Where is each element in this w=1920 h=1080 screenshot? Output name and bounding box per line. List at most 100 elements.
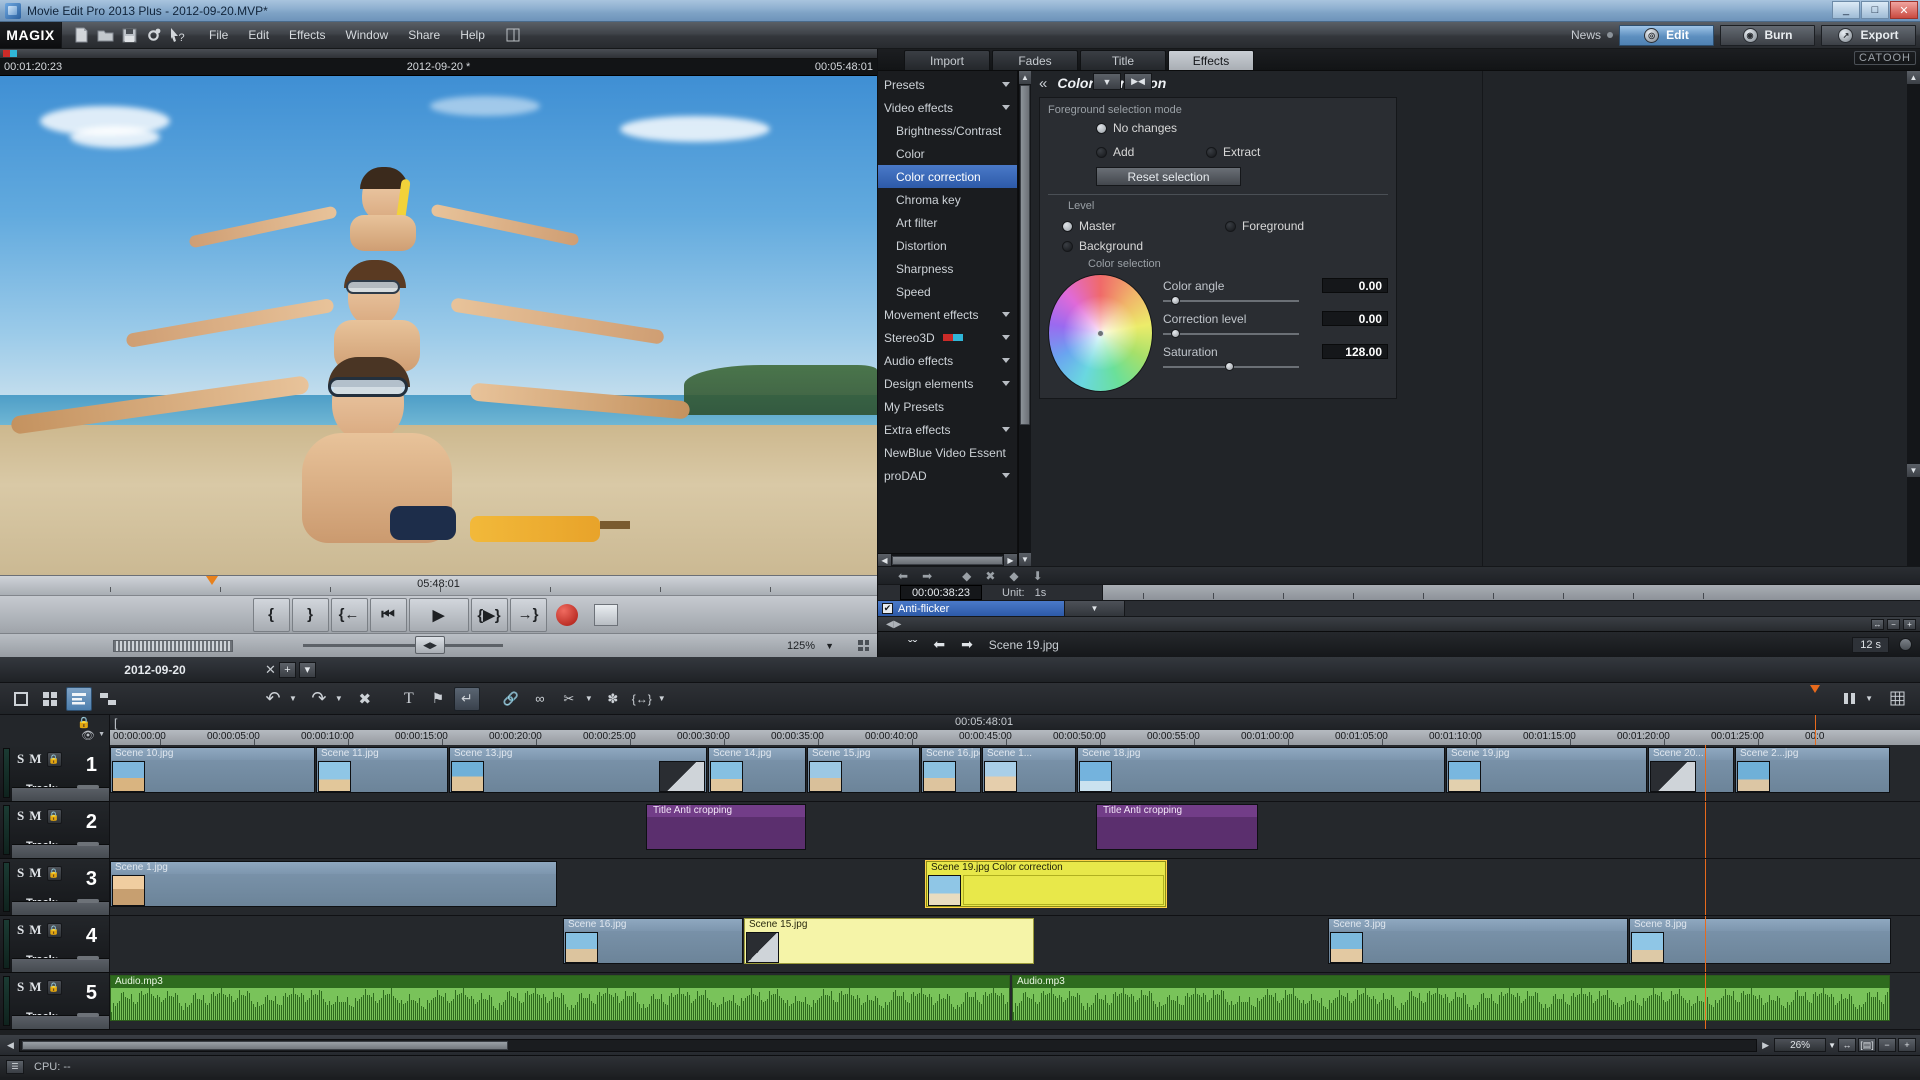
scroll-down-icon[interactable]: ▼ <box>1019 553 1031 566</box>
mute-button[interactable]: M <box>29 922 41 938</box>
storyboard-view-button[interactable] <box>8 687 34 711</box>
set-out-point-button[interactable]: } <box>291 597 329 632</box>
effects-tree-vscrollbar[interactable]: ▲ ▼ <box>1018 71 1031 566</box>
next-media-icon[interactable]: ➡ <box>961 636 973 653</box>
video-preview-canvas[interactable] <box>0 76 877 575</box>
chevron-down-icon[interactable] <box>1002 335 1010 340</box>
keyframe-lane-dropdown[interactable]: ▼ <box>1064 601 1124 616</box>
effect-detail-vscrollbar[interactable]: ▲ ▼ <box>1907 71 1920 566</box>
fit-width-button[interactable]: ↔ <box>1838 1038 1856 1052</box>
next-frame-button[interactable]: {▶} <box>470 597 508 632</box>
track-header-2[interactable]: S M 🔒 Track: 2 <box>0 802 110 859</box>
track-header-4[interactable]: S M 🔒 Track: 4 <box>0 916 110 973</box>
open-folder-icon[interactable] <box>94 25 116 45</box>
help-cursor-icon[interactable]: ? <box>166 25 188 45</box>
track-resize-handle[interactable] <box>12 785 109 801</box>
audio-mixer-button[interactable] <box>1836 687 1862 711</box>
fx-chroma-key[interactable]: Chroma key <box>878 188 1017 211</box>
stereo3d-toggle-icon[interactable] <box>3 50 18 57</box>
cleanup-button[interactable]: ✽ <box>600 687 626 711</box>
move-keyframe-icon[interactable]: ◆ <box>1009 569 1018 583</box>
new-document-icon[interactable] <box>70 25 92 45</box>
keyframe-timecode[interactable]: 00:00:38:23 <box>900 585 982 600</box>
set-in-point-button[interactable]: { <box>252 597 290 632</box>
close-button[interactable]: ✕ <box>1890 1 1918 19</box>
timeline-ruler-top[interactable]: [ 00:05:48:01 <box>110 715 1920 730</box>
fx-video-effects[interactable]: Video effects <box>878 96 1017 119</box>
range-tool-button[interactable]: {↔} <box>629 687 655 711</box>
panel-layout-icon[interactable] <box>502 25 524 45</box>
timeline-horizontal-scrollbar[interactable]: ◀ ▶ 26% ▼ ↔ [▤] − + <box>0 1035 1920 1055</box>
track-resize-handle[interactable] <box>12 1013 109 1029</box>
timeline-view-button[interactable] <box>66 686 92 711</box>
delete-button[interactable]: ✖ <box>352 687 378 711</box>
mode-edit-button[interactable]: ◎ Edit <box>1619 24 1714 46</box>
unlink-button[interactable]: ∞ <box>527 687 553 711</box>
expand-chevrons-icon[interactable]: ˇˇ <box>908 637 917 653</box>
color-wheel[interactable] <box>1048 274 1153 392</box>
solo-button[interactable]: S <box>17 922 24 938</box>
track-lane-3[interactable]: Scene 1.jpg Scene 19.jpg Color correctio… <box>110 859 1920 916</box>
fx-sharpness[interactable]: Sharpness <box>878 257 1017 280</box>
slider-knob[interactable] <box>1171 296 1180 305</box>
project-tab-label[interactable]: 2012-09-20 <box>0 663 310 677</box>
lock-tracks-icon[interactable]: 🔒 <box>77 716 91 729</box>
scroll-up-icon[interactable]: ▲ <box>1019 71 1031 84</box>
solo-button[interactable]: S <box>17 865 24 881</box>
drop-keyframe-icon[interactable]: ⬇ <box>1033 569 1043 583</box>
clip[interactable]: Scene 13.jpg <box>449 747 707 793</box>
scroll-right-icon[interactable]: ▶ <box>1759 1039 1772 1052</box>
track-lane-5[interactable]: Audio.mp3 Audio.mp3 <box>110 973 1920 1030</box>
fx-color[interactable]: Color <box>878 142 1017 165</box>
menu-window[interactable]: Window <box>337 25 398 45</box>
chevron-down-icon[interactable] <box>1002 105 1010 110</box>
timeline-ruler-scale[interactable]: 00:00:00:00 00:00:05:00 00:00:10:00 00:0… <box>110 730 1920 745</box>
track-resize-handle[interactable] <box>12 956 109 972</box>
keyframe-lane-canvas[interactable] <box>1124 601 1920 616</box>
clip[interactable]: Scene 15.jpg <box>807 747 920 793</box>
next-keyframe-icon[interactable]: ➡ <box>922 569 932 583</box>
mute-button[interactable]: M <box>29 979 41 995</box>
goto-out-point-button[interactable]: →} <box>509 597 547 632</box>
tab-effects[interactable]: Effects <box>1168 50 1254 70</box>
preview-grid-icon[interactable] <box>858 640 869 651</box>
undo-button[interactable]: ↶ <box>260 687 286 711</box>
scroll-up-icon[interactable]: ▲ <box>1907 71 1920 84</box>
hscroll-thumb[interactable] <box>22 1040 509 1050</box>
fx-extra-effects[interactable]: Extra effects <box>878 418 1017 441</box>
slider-knob[interactable] <box>1225 362 1234 371</box>
track-resize-handle[interactable] <box>12 842 109 858</box>
delete-keyframe-icon[interactable]: ✖ <box>985 569 995 583</box>
clip[interactable]: Scene 10.jpg <box>110 747 315 793</box>
status-icon[interactable]: ☰ <box>6 1059 24 1074</box>
slider-track[interactable] <box>1163 362 1299 371</box>
track-lane-2[interactable]: Title Anti cropping Title Anti cropping <box>110 802 1920 859</box>
lock-icon[interactable]: 🔒 <box>46 751 62 767</box>
checkbox-icon[interactable]: ✔ <box>882 603 893 614</box>
clip[interactable]: Scene 18.jpg <box>1077 747 1445 793</box>
mute-button[interactable]: M <box>29 751 41 767</box>
fx-newblue-video-essentials[interactable]: NewBlue Video Essent <box>878 441 1017 464</box>
chevron-down-icon[interactable] <box>1002 427 1010 432</box>
project-tab-menu-button[interactable]: ▾ <box>298 661 316 678</box>
keyframe-zoom-in-button[interactable]: + <box>1903 618 1916 630</box>
news-label[interactable]: News <box>1571 28 1601 42</box>
preview-scrubber[interactable]: 05:48:01 <box>0 575 877 595</box>
scroll-down-icon[interactable]: ▼ <box>1907 464 1920 477</box>
radio-add[interactable]: Add <box>1096 145 1206 159</box>
fit-panel-button[interactable]: ▶◀ <box>1124 73 1152 90</box>
lock-icon[interactable]: 🔒 <box>46 808 62 824</box>
media-options-icon[interactable] <box>1899 638 1912 651</box>
maximize-button[interactable]: □ <box>1861 1 1889 19</box>
track-lane-1[interactable]: Scene 10.jpg Scene 11.jpg Scene 13.jpg S… <box>110 745 1920 802</box>
clip[interactable]: Scene 8.jpg <box>1629 918 1891 964</box>
clip[interactable]: Scene 1... <box>982 747 1076 793</box>
jog-wheel[interactable] <box>113 639 233 652</box>
hscroll-track[interactable] <box>19 1038 1758 1052</box>
clip[interactable]: Scene 16.jpg <box>921 747 981 793</box>
slider-knob[interactable] <box>1171 329 1180 338</box>
mode-export-button[interactable]: ↗ Export <box>1821 24 1916 46</box>
visibility-eye-icon[interactable]: 👁 <box>81 729 95 742</box>
fx-distortion[interactable]: Distortion <box>878 234 1017 257</box>
clip[interactable]: Audio.mp3 <box>1012 975 1890 1021</box>
